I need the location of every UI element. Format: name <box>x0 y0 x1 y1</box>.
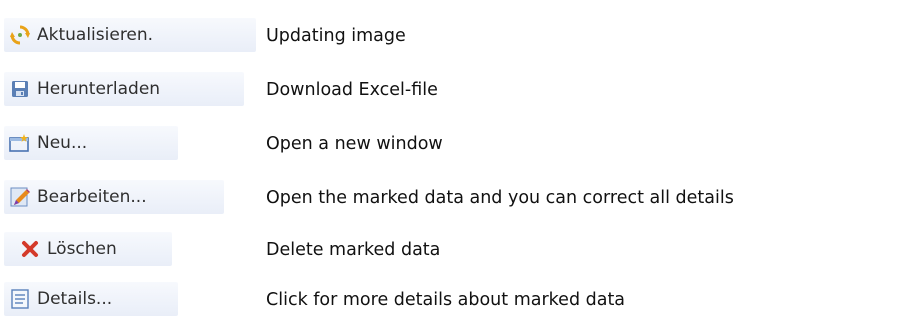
legend-row-download: Herunterladen Download Excel-file <box>0 70 911 110</box>
edit-pencil-icon <box>8 185 32 209</box>
new-description: Open a new window <box>266 134 443 154</box>
legend-row-edit: Bearbeiten... Open the marked data and y… <box>0 178 911 218</box>
new-button[interactable]: Neu... <box>4 126 178 160</box>
details-document-icon <box>8 287 32 311</box>
refresh-description: Updating image <box>266 26 406 46</box>
details-button-label: Details... <box>37 289 113 309</box>
new-button-label: Neu... <box>37 133 88 153</box>
edit-button[interactable]: Bearbeiten... <box>4 180 224 214</box>
legend-row-details: Details... Click for more details about … <box>0 280 911 320</box>
edit-description: Open the marked data and you can correct… <box>266 188 734 208</box>
legend-row-refresh: Aktualisieren. Updating image <box>0 16 911 56</box>
new-folder-icon <box>8 131 32 155</box>
delete-description: Delete marked data <box>266 240 441 260</box>
details-description: Click for more details about marked data <box>266 290 626 310</box>
delete-button[interactable]: Löschen <box>4 232 172 266</box>
refresh-icon <box>8 23 32 47</box>
refresh-button-label: Aktualisieren. <box>37 25 154 45</box>
download-button-label: Herunterladen <box>37 79 161 99</box>
download-description: Download Excel-file <box>266 80 438 100</box>
legend-row-new: Neu... Open a new window <box>0 124 911 164</box>
legend-row-delete: Löschen Delete marked data <box>0 230 911 270</box>
edit-button-label: Bearbeiten... <box>37 187 147 207</box>
delete-button-label: Löschen <box>47 239 117 259</box>
download-button[interactable]: Herunterladen <box>4 72 244 106</box>
refresh-button[interactable]: Aktualisieren. <box>4 18 256 52</box>
delete-x-icon <box>18 237 42 261</box>
details-button[interactable]: Details... <box>4 282 178 316</box>
save-disk-icon <box>8 77 32 101</box>
